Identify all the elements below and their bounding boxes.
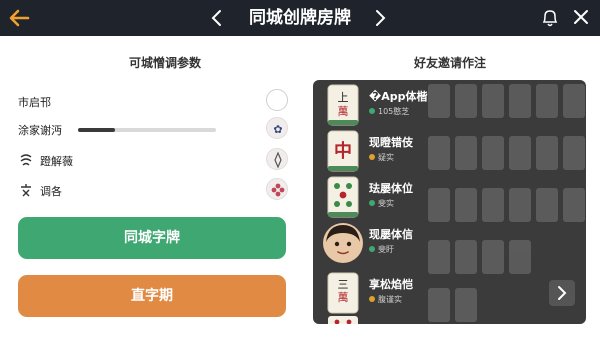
friend-row[interactable]: 三 萬 享松焰恺 腹谨实 — [313, 270, 586, 316]
bell-icon[interactable] — [541, 8, 559, 28]
friend-status: 腹谨实 — [369, 294, 402, 305]
param-row-4: 调各 — [18, 178, 288, 204]
mahjong-tile-icon: 三 萬 — [327, 272, 359, 314]
arrow-left-icon[interactable] — [8, 7, 30, 29]
top-bar: 同城创牌房牌 — [0, 0, 600, 36]
create-room-button[interactable]: 同城字牌 — [18, 217, 286, 259]
param-round-button[interactable] — [266, 178, 288, 200]
status-dot — [369, 154, 375, 160]
cross-text-icon — [21, 184, 31, 197]
friend-name: 珐屡体位 — [369, 182, 413, 195]
slider-fill — [78, 128, 116, 132]
status-text: 105憨芝 — [378, 107, 410, 116]
status-text: 斐实 — [378, 199, 394, 208]
close-icon[interactable] — [573, 9, 589, 25]
param-label: 涂家谢沔 — [18, 124, 62, 137]
status-text: 斐盱 — [378, 245, 394, 254]
friend-status: 疑实 — [369, 152, 394, 163]
param-slider[interactable] — [78, 128, 216, 132]
scroll-next-button[interactable] — [549, 280, 575, 306]
left-panel-title: 可城憎调参数 — [128, 56, 201, 70]
param-row-2: 涂家谢沔 ✿ — [18, 117, 288, 143]
flower-pattern-icon — [271, 183, 285, 197]
secondary-action-button[interactable]: 直字期 — [18, 275, 286, 317]
svg-text:萬: 萬 — [338, 291, 349, 304]
mahjong-tile-icon: 上 萬 — [327, 84, 359, 126]
friend-list-panel: 上 萬 �App体楷 105憨芝 中 现瞪错伎 疑实 珐屡体位 斐实 现屡体信 … — [313, 80, 586, 324]
chevron-right-icon[interactable] — [373, 8, 387, 28]
friend-name: 享松焰恺 — [369, 278, 413, 291]
mahjong-tile-icon — [328, 316, 358, 324]
page-title: 同城创牌房牌 — [249, 8, 351, 28]
param-label: 调各 — [40, 185, 62, 198]
param-round-button[interactable] — [266, 148, 288, 170]
status-text: 疑实 — [378, 153, 394, 162]
svg-text:中: 中 — [334, 140, 352, 162]
avatar — [323, 223, 363, 263]
param-label: 蹬解薇 — [40, 155, 73, 168]
mahjong-tile-icon: 中 — [327, 130, 359, 172]
chevron-right-icon — [558, 286, 567, 300]
svg-text:上: 上 — [338, 91, 349, 104]
status-dot — [369, 108, 375, 114]
mahjong-tile-icon — [327, 176, 359, 218]
status-text: 腹谨实 — [378, 295, 402, 304]
friend-row[interactable]: 中 现瞪错伎 疑实 — [313, 128, 586, 174]
toggle-circle[interactable] — [266, 89, 288, 111]
friend-row[interactable]: 珐屡体位 斐实 — [313, 174, 586, 220]
friend-row[interactable]: 上 萬 �App体楷 105憨芝 — [313, 82, 586, 128]
svg-text:萬: 萬 — [338, 105, 349, 118]
friend-status: 105憨芝 — [369, 106, 409, 117]
param-row-1: 市启邗 — [18, 89, 288, 115]
param-round-button[interactable]: ✿ — [266, 117, 288, 139]
svg-text:三: 三 — [338, 278, 349, 291]
chevron-left-icon[interactable] — [210, 8, 224, 28]
swirl-icon — [20, 154, 32, 166]
friend-name: 现瞪错伎 — [369, 136, 413, 149]
param-label: 市启邗 — [18, 96, 51, 109]
flower-icon: ✿ — [273, 123, 282, 136]
friend-row[interactable]: 现屡体信 斐盱 — [313, 220, 586, 266]
status-dot — [369, 200, 375, 206]
status-dot — [369, 296, 375, 302]
friend-name: 现屡体信 — [369, 228, 413, 241]
right-panel-title: 好友邀请作注 — [413, 56, 486, 70]
param-row-3: 蹬解薇 — [18, 148, 288, 174]
friend-status: 斐盱 — [369, 244, 394, 255]
status-dot — [369, 246, 375, 252]
leaf-icon — [274, 151, 282, 169]
friend-status: 斐实 — [369, 198, 394, 209]
svg-text:✿: ✿ — [273, 123, 282, 136]
friend-name: �App体楷 — [369, 90, 428, 103]
